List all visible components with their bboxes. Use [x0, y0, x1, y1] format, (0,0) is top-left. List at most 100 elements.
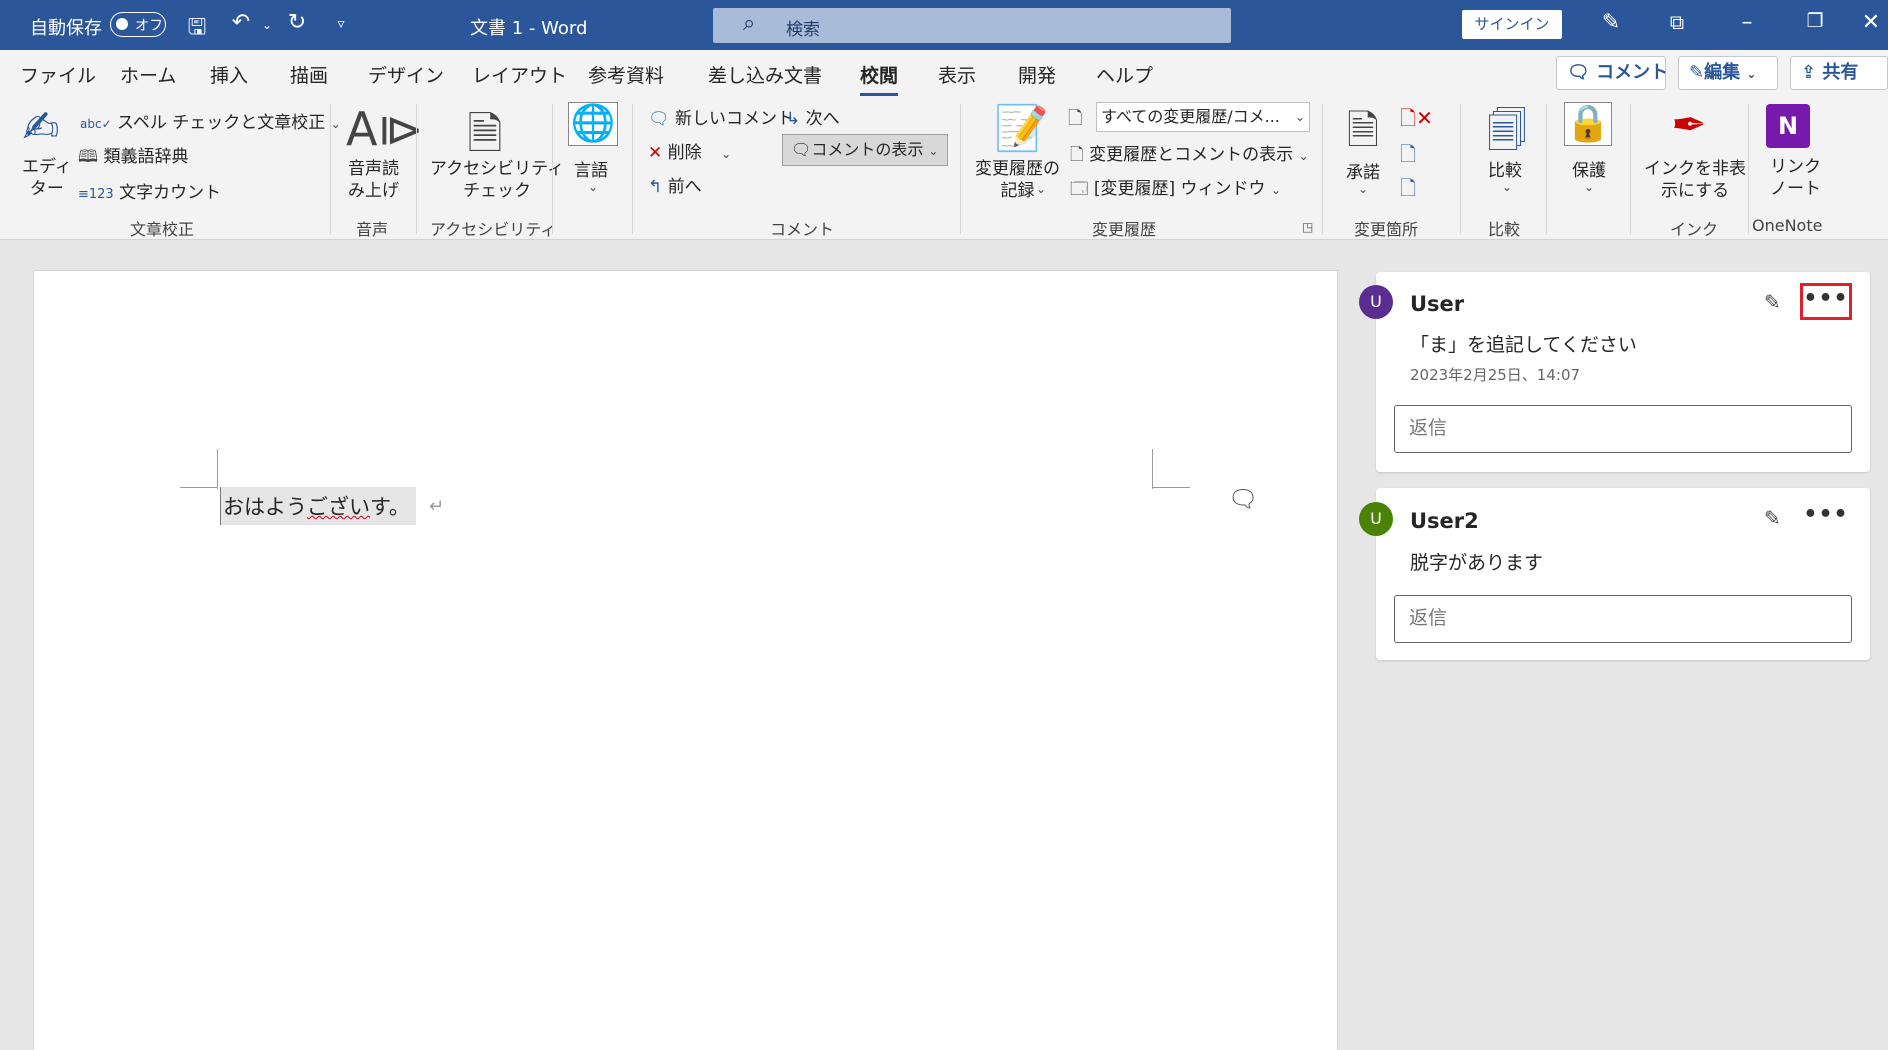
comment-button[interactable]: 🗨 コメント [1556, 56, 1669, 90]
pencil-icon[interactable]: ✎ [1764, 506, 1781, 530]
tab-review[interactable]: 校閲 [860, 61, 899, 96]
language-button[interactable]: 言語 [574, 156, 608, 181]
save-icon[interactable]: 🖫 [182, 10, 212, 48]
previous-change-icon[interactable]: 🗋 [1400, 140, 1416, 174]
chevron-down-icon: ⌄ [1358, 182, 1369, 196]
protect-button[interactable]: 保護 [1572, 156, 1606, 181]
linked-notes-button[interactable]: リンク ノート [1770, 156, 1821, 200]
edit-button-label: 編集 [1704, 62, 1741, 83]
tab-insert[interactable]: 挿入 [210, 61, 248, 88]
tab-home[interactable]: ホーム [120, 61, 176, 88]
tab-mailings[interactable]: 差し込み文書 [708, 61, 822, 88]
prev-comment-button[interactable]: ↰ 前へ [648, 172, 702, 197]
reviewing-pane-button[interactable]: 🗔 [変更履歴] ウィンドウ ⌄ [1070, 174, 1281, 205]
reviewing-pane-label: [変更履歴] ウィンドウ [1093, 179, 1266, 199]
read-aloud-button[interactable]: 音声読 み上げ [348, 158, 399, 202]
show-markup-button[interactable]: 🗋 変更履歴とコメントの表示 ⌄ [1070, 140, 1309, 171]
reject-icon[interactable]: 🗋✕ [1400, 104, 1433, 138]
search-box[interactable]: ⌕ 検索 [713, 8, 1231, 43]
comment-button-label: コメント [1596, 62, 1669, 83]
tab-help[interactable]: ヘルプ [1096, 61, 1153, 88]
avatar: U [1359, 285, 1393, 319]
thesaurus-button[interactable]: 🕮 類義語辞典 [78, 142, 188, 173]
more-options-icon[interactable]: ••• [1800, 500, 1852, 537]
more-options-icon[interactable]: ••• [1800, 283, 1852, 320]
autosave-label: 自動保存 [30, 18, 102, 39]
divider [1630, 104, 1631, 234]
signin-button[interactable]: サインイン [1462, 10, 1562, 39]
next-comment-icon: ↳ [786, 109, 801, 129]
share-icon: ⇪ [1801, 62, 1817, 83]
chevron-down-icon: ⌄ [928, 144, 939, 158]
group-accessibility-label: アクセシビリティ [430, 220, 557, 239]
chevron-down-icon: ⌄ [721, 147, 732, 161]
divider [1322, 104, 1323, 234]
reply-input[interactable]: 返信 [1394, 595, 1852, 643]
delete-comment-button[interactable]: ✕ 削除 ⌄ [648, 138, 731, 163]
tab-draw[interactable]: 描画 [290, 61, 328, 88]
show-comments-label: コメントの表示 [811, 140, 924, 159]
tab-file[interactable]: ファイル [20, 61, 96, 88]
new-comment-button[interactable]: 🗨 新しいコメント [648, 104, 794, 129]
next-change-icon[interactable]: 🗋 [1400, 174, 1416, 208]
markup-select[interactable]: すべての変更履歴/コメ... ⌄ [1096, 102, 1310, 132]
ribbon: ✍ エディ ター abc✓ スペル チェックと文章校正 ⌄ 🕮 類義語辞典 ≡1… [0, 96, 1888, 240]
wordcount-button[interactable]: ≡123 文字カウント [78, 178, 221, 203]
tab-design[interactable]: デザイン [368, 61, 444, 88]
accept-button[interactable]: 承諾 [1346, 158, 1380, 183]
autosave-toggle[interactable]: オフ [110, 12, 166, 37]
tab-references[interactable]: 参考資料 [588, 61, 664, 88]
text-run: おはよう [223, 495, 307, 519]
chevron-down-icon: ⌄ [1298, 149, 1309, 163]
show-comments-button[interactable]: 🗨コメントの表示 ⌄ [782, 134, 948, 166]
divider [1546, 104, 1547, 234]
wordcount-icon: ≡123 [78, 187, 114, 202]
language-icon: 🌐 [568, 102, 618, 146]
chevron-down-icon: ⌄ [330, 117, 341, 131]
dialog-launcher-icon[interactable]: ◳ [1302, 220, 1313, 234]
comment-marker-icon[interactable]: 🗨 [1228, 485, 1258, 513]
pane-icon: 🗔 [1070, 179, 1089, 199]
ribbon-display-icon[interactable]: ⧉ [1662, 10, 1692, 34]
editor-icon: ✍ [22, 102, 60, 153]
group-onenote-label: OneNote [1752, 216, 1823, 235]
tab-view[interactable]: 表示 [938, 61, 976, 88]
accessibility-check-button[interactable]: アクセシビリティ チェック [430, 158, 564, 202]
customize-qat-icon[interactable]: ▿ [326, 16, 356, 32]
next-comment-button[interactable]: ↳ 次へ [786, 104, 840, 129]
redo-icon[interactable]: ↻ [282, 10, 312, 35]
minimize-icon[interactable]: – [1732, 10, 1762, 35]
crop-mark [217, 449, 218, 489]
autosave-state: オフ [135, 18, 163, 34]
comment-date: 2023年2月25日、14:07 [1410, 366, 1581, 384]
document-page[interactable]: おはようございす。 ↵ 🗨 [33, 270, 1338, 1050]
spellcheck-icon: abc✓ [80, 117, 112, 131]
paragraph-mark-icon: ↵ [429, 496, 445, 517]
close-icon[interactable]: ✕ [1856, 10, 1886, 35]
crop-mark [180, 487, 218, 488]
track-changes-icon: 📝 [994, 103, 1049, 154]
pencil-icon[interactable]: ✎ [1764, 290, 1781, 314]
restore-icon[interactable]: ❐ [1800, 10, 1830, 32]
undo-dropdown-icon[interactable]: ⌄ [252, 18, 282, 32]
designer-icon[interactable]: ✎ [1596, 10, 1626, 35]
reply-input[interactable]: 返信 [1394, 405, 1852, 453]
hide-ink-button[interactable]: インクを非表 示にする [1644, 158, 1746, 202]
share-button[interactable]: ⇪ 共有 [1790, 56, 1888, 90]
crop-mark [1152, 449, 1153, 489]
spellcheck-button[interactable]: abc✓ スペル チェックと文章校正 ⌄ [80, 108, 341, 133]
track-changes-button[interactable]: 変更履歴の 記録 [975, 158, 1060, 202]
onenote-icon: N [1766, 104, 1810, 148]
read-aloud-icon: A⧐ [346, 102, 424, 156]
thesaurus-label: 類義語辞典 [103, 147, 189, 167]
edit-mode-button[interactable]: ✎編集 ⌄ [1678, 56, 1778, 90]
chevron-down-icon: ⌄ [1584, 180, 1595, 194]
show-markup-label: 変更履歴とコメントの表示 [1089, 145, 1294, 165]
group-changes-label: 変更箇所 [1354, 220, 1419, 239]
document-text[interactable]: おはようございす。 [220, 487, 416, 525]
compare-button[interactable]: 比較 [1488, 156, 1522, 181]
tab-developer[interactable]: 開発 [1018, 61, 1056, 88]
editor-button[interactable]: エディ ター [22, 156, 72, 200]
hide-ink-icon: ✒ [1671, 100, 1707, 149]
tab-layout[interactable]: レイアウト [472, 61, 567, 88]
